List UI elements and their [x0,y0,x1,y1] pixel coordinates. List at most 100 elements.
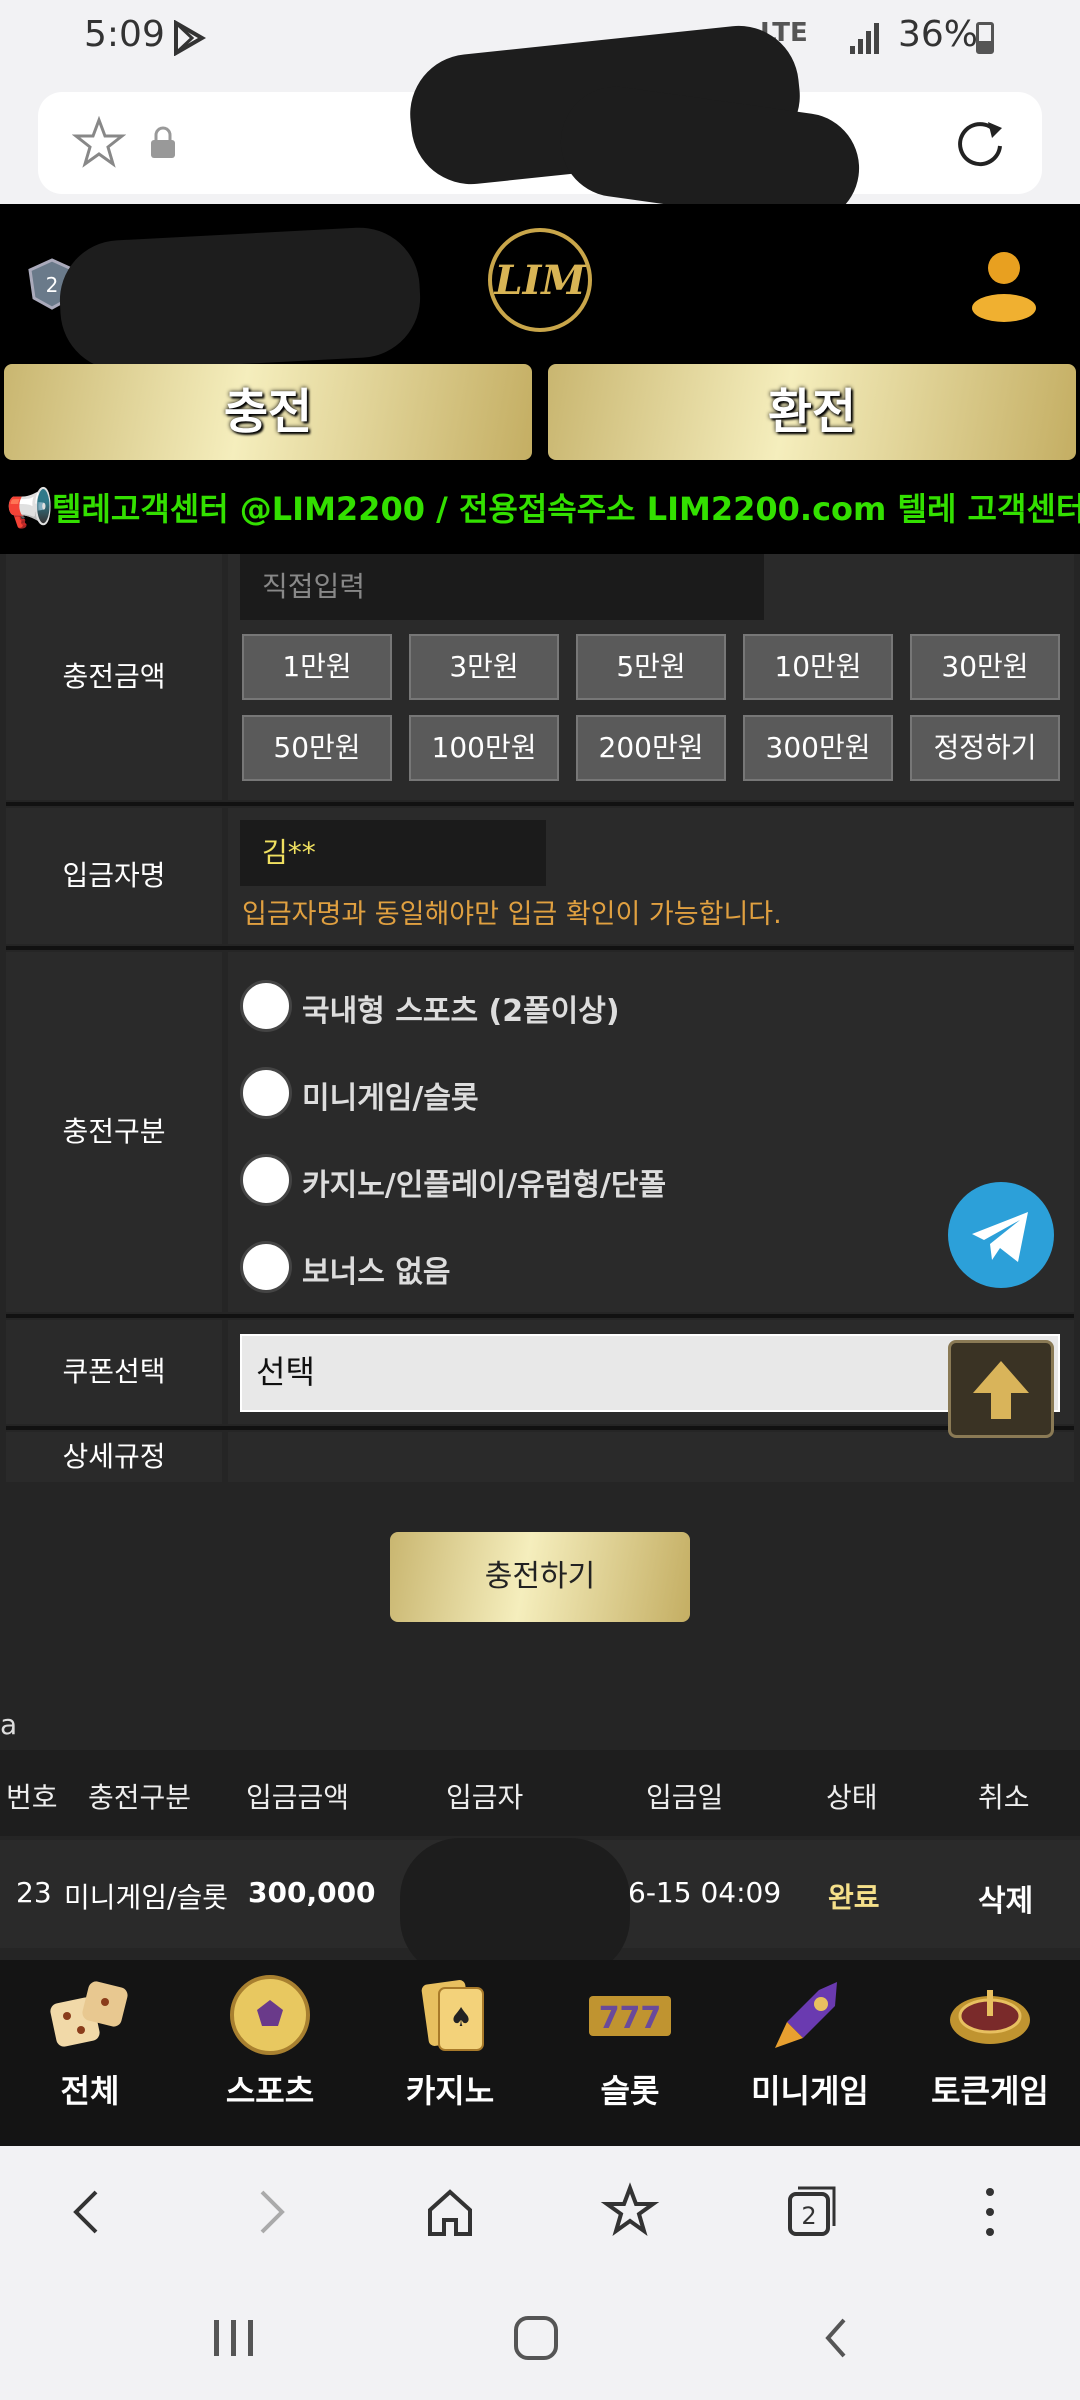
amount-button-1[interactable]: 1만원 [242,634,392,700]
row-amount: 300,000 [248,1876,376,1909]
col-type: 충전구분 [88,1781,192,1814]
battery-percent: 36% [898,14,979,55]
radio-label: 국내형 스포츠 (2폴이상) [302,994,620,1029]
col-cancel: 취소 [978,1781,1030,1814]
row-date: 6-15 04:09 [628,1876,782,1909]
redaction-mark [400,1838,630,1978]
arrow-up-icon [973,1361,1029,1419]
top-button-bar: 충전 환전 [0,364,1080,464]
tabs-icon[interactable]: 2 [780,2182,840,2242]
home-button-icon[interactable] [506,2308,566,2368]
megaphone-icon: 📢 [6,486,54,530]
amount-label: 충전금액 [6,554,222,800]
system-navigation-bar [0,2276,1080,2400]
amount-button-9[interactable]: 300만원 [743,715,893,781]
charge-tab-button[interactable]: 충전 [4,364,532,460]
telegram-icon [972,1212,1028,1262]
amount-button-2[interactable]: 3만원 [409,634,559,700]
nav-label: 미니게임 [751,2072,869,2110]
depositor-note: 입금자명과 동일해야만 입금 확인이 가능합니다. [242,899,782,930]
amount-button-5[interactable]: 30만원 [910,634,1060,700]
coupon-label: 쿠폰선택 [6,1320,222,1424]
slot-777-icon: 777 [589,1996,671,2036]
radio-label: 카지노/인플레이/유럽형/단폴 [302,1168,667,1203]
cards-icon: ♠ [421,1980,484,2051]
charge-submit-button[interactable]: 충전하기 [390,1532,690,1622]
home-icon[interactable] [420,2182,480,2242]
row-divider [6,1426,1074,1430]
amount-button-4[interactable]: 10만원 [743,634,893,700]
battery-icon [976,22,994,54]
site-logo[interactable]: LIM [484,224,596,336]
nav-label: 슬롯 [600,2072,660,2110]
depositor-cell: 김** 입금자명과 동일해야만 입금 확인이 가능합니다. [228,808,1074,944]
amount-button-7[interactable]: 100만원 [409,715,559,781]
charge-type-label: 충전구분 [6,952,222,1312]
nav-item-casino[interactable]: ♠ 카지노 [360,1960,540,2146]
nav-item-sports[interactable]: 스포츠 [180,1960,360,2146]
scroll-top-button[interactable] [948,1340,1054,1438]
history-table-header: 번호 충전구분 입금금액 입금자 입금일 상태 취소 [0,1750,1080,1836]
row-type: 미니게임/슬롯 [64,1881,228,1914]
lock-icon [151,126,175,158]
nav-item-all[interactable]: 전체 [0,1960,180,2146]
system-back-icon[interactable] [808,2308,868,2368]
dice-icon [50,1981,128,2047]
col-amount: 입금금액 [246,1781,350,1814]
notice-text: 텔레고객센터 @LIM2200 / 전용접속주소 LIM2200.com 텔레 … [52,490,1080,528]
coupon-select[interactable]: 선택 [240,1334,1060,1412]
amount-reset-button[interactable]: 정정하기 [910,715,1060,781]
more-menu-icon[interactable] [960,2182,1020,2242]
radio-label: 보너스 없음 [302,1255,451,1290]
signal-icon [850,23,879,54]
radio-button[interactable] [240,1241,292,1293]
svg-text:777: 777 [599,2001,662,2036]
game-category-nav: 전체 스포츠 ♠ 카지노 777 슬롯 미니게임 토큰게임 [0,1960,1080,2146]
radio-button[interactable] [240,1067,292,1119]
forward-icon[interactable] [240,2182,300,2242]
rules-cell [228,1432,1074,1482]
col-status: 상태 [826,1781,878,1814]
svg-text:2: 2 [801,2202,816,2230]
notice-marquee: 📢 텔레고객센터 @LIM2200 / 전용접속주소 LIM2200.com 텔… [0,464,1080,554]
exchange-tab-button[interactable]: 환전 [548,364,1076,460]
roulette-icon [950,1990,1030,2044]
amount-button-6[interactable]: 50만원 [242,715,392,781]
col-number: 번호 [6,1781,58,1814]
col-depositor: 입금자 [446,1781,524,1814]
svg-text:2: 2 [46,273,59,297]
reload-icon[interactable] [952,116,1008,172]
svg-text:♠: ♠ [449,2003,472,2033]
stray-text: a [0,1708,18,1741]
depositor-label: 입금자명 [6,808,222,944]
bookmarks-icon[interactable] [600,2182,660,2242]
row-delete-button[interactable]: 삭제 [978,1876,1033,1920]
back-icon[interactable] [58,2182,118,2242]
redaction-mark [56,224,424,374]
amount-button-3[interactable]: 5만원 [576,634,726,700]
nav-label: 전체 [60,2072,120,2110]
status-time: 5:09 [84,14,165,55]
amount-cell: 직접입력 1만원 3만원 5만원 10만원 30만원 50만원 100만원 20… [228,554,1074,800]
bookmark-star-icon[interactable] [72,116,126,170]
browser-toolbar: 2 [0,2146,1080,2276]
soccer-ball-icon [230,1975,310,2055]
nav-label: 카지노 [405,2072,495,2110]
nav-label: 스포츠 [225,2072,315,2110]
telegram-button[interactable] [948,1182,1054,1288]
nav-item-minigame[interactable]: 미니게임 [720,1960,900,2146]
radio-button[interactable] [240,1154,292,1206]
depositor-input[interactable]: 김** [240,820,546,886]
radio-button[interactable] [240,980,292,1032]
amount-direct-input[interactable]: 직접입력 [240,554,764,620]
nav-label: 토큰게임 [931,2072,1049,2110]
rocket-icon [775,1982,837,2048]
site-header: 2 LIM [0,204,1080,374]
row-status: 완료 [828,1881,880,1914]
recent-apps-icon[interactable] [204,2308,264,2368]
user-profile-icon[interactable] [968,246,1040,324]
nav-item-token-game[interactable]: 토큰게임 [900,1960,1080,2146]
amount-button-8[interactable]: 200만원 [576,715,726,781]
nav-item-slot[interactable]: 777 슬롯 [540,1960,720,2146]
svg-text:LIM: LIM [493,257,587,304]
